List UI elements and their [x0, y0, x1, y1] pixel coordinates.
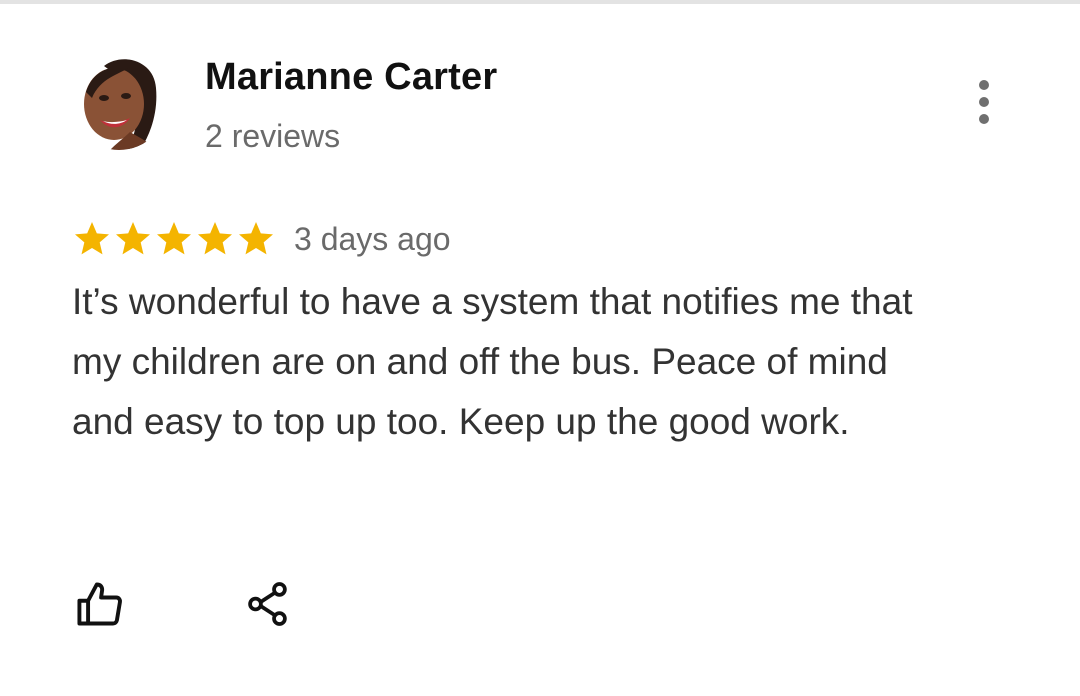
star-icon	[239, 222, 273, 255]
more-vert-icon-dot	[979, 114, 989, 124]
review-count: 2 reviews	[205, 118, 341, 154]
more-vert-icon	[979, 80, 989, 90]
share-button[interactable]	[236, 572, 300, 636]
more-vert-icon-dot	[979, 97, 989, 107]
avatar[interactable]	[70, 52, 168, 150]
avatar-image	[70, 52, 168, 150]
like-button[interactable]	[68, 572, 132, 636]
star-icon	[157, 222, 191, 255]
rating-row: 3 days ago	[72, 214, 451, 264]
thumbs-up-icon	[77, 582, 122, 626]
more-options-button[interactable]	[960, 76, 1008, 128]
review-text: It’s wonderful to have a system that not…	[72, 281, 913, 442]
review-date: 3 days ago	[294, 220, 451, 257]
star-icon	[116, 222, 150, 255]
share-icon	[248, 582, 287, 626]
review-card: Marianne Carter 2 reviews 3 days ago It’…	[0, 0, 1080, 696]
top-divider	[0, 0, 1080, 4]
star-icon	[75, 222, 109, 255]
star-icon	[198, 222, 232, 255]
author-name[interactable]: Marianne Carter	[205, 56, 497, 99]
star-rating	[72, 219, 276, 259]
